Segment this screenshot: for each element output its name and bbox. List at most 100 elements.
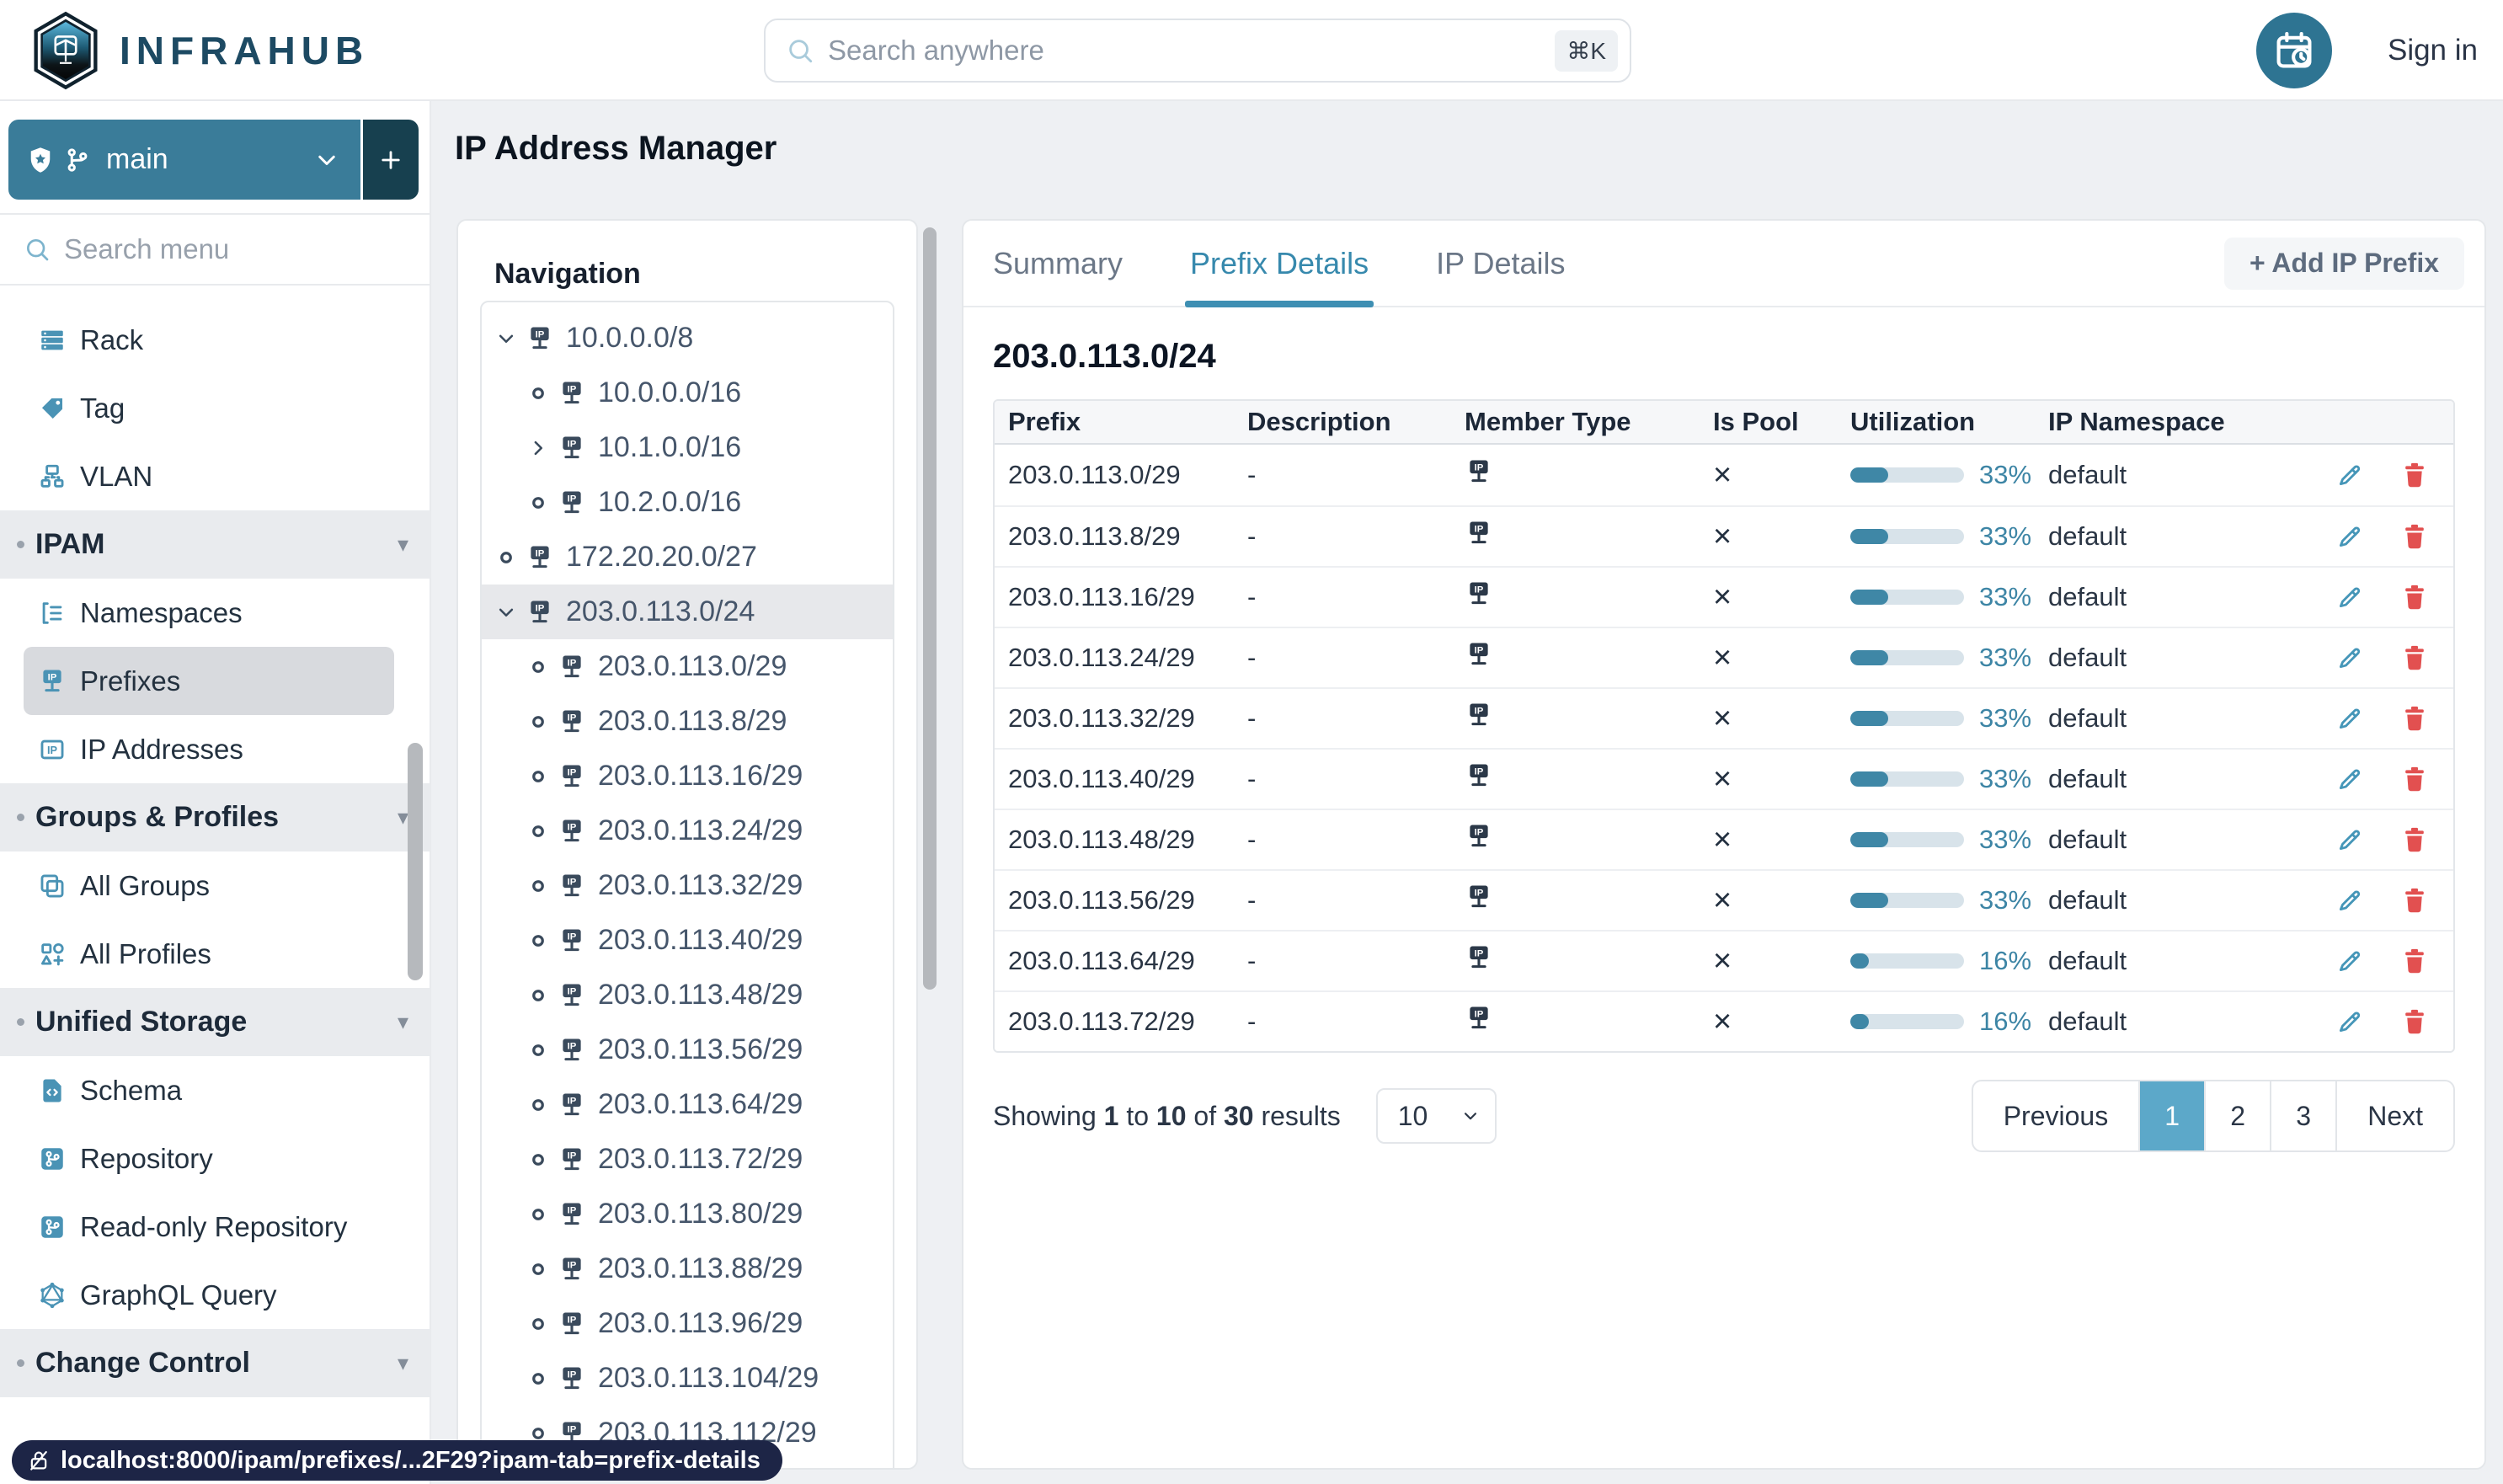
- tree-item[interactable]: IP 203.0.113.56/29: [482, 1022, 893, 1077]
- pencil-icon[interactable]: [2335, 765, 2364, 793]
- search-icon: [786, 36, 814, 65]
- cell-prefix[interactable]: 203.0.113.64/29: [995, 946, 1247, 976]
- tree-item[interactable]: IP 203.0.113.0/29: [482, 639, 893, 694]
- time-travel-button[interactable]: [2255, 13, 2332, 88]
- tree-item[interactable]: IP 203.0.113.40/29: [482, 913, 893, 968]
- tree-item[interactable]: IP 172.20.20.0/27: [482, 530, 893, 585]
- cell-member-type: IP: [1465, 457, 1710, 493]
- navigation-scrollbar[interactable]: [923, 227, 937, 990]
- sidebar-section-change-control[interactable]: Change Control ▾: [0, 1329, 430, 1397]
- tree-item[interactable]: IP 203.0.113.64/29: [482, 1077, 893, 1132]
- tree-item[interactable]: IP 203.0.113.96/29: [482, 1296, 893, 1351]
- tree-item[interactable]: IP 203.0.113.72/29: [482, 1132, 893, 1187]
- trash-icon[interactable]: [2399, 885, 2430, 915]
- page-button-previous[interactable]: Previous: [1973, 1081, 2138, 1150]
- trash-icon[interactable]: [2399, 946, 2430, 976]
- sidebar-item-schema[interactable]: Schema: [0, 1056, 430, 1124]
- tree-item[interactable]: IP 10.0.0.0/8: [482, 311, 893, 366]
- tree-item[interactable]: IP 203.0.113.88/29: [482, 1241, 893, 1296]
- page-button-next[interactable]: Next: [2335, 1081, 2453, 1150]
- pencil-icon[interactable]: [2335, 886, 2364, 915]
- cell-prefix[interactable]: 203.0.113.24/29: [995, 643, 1247, 673]
- add-ip-prefix-button[interactable]: + Add IP Prefix: [2224, 237, 2464, 290]
- sidebar-section-unified-storage[interactable]: Unified Storage ▾: [0, 988, 430, 1056]
- cell-description: -: [1247, 703, 1257, 733]
- tree-item[interactable]: IP 203.0.113.32/29: [482, 858, 893, 913]
- tree-item[interactable]: IP 10.0.0.0/16: [482, 366, 893, 420]
- app-logo[interactable]: INFRAHUB: [29, 10, 369, 91]
- trash-icon[interactable]: [2399, 825, 2430, 855]
- per-page-select[interactable]: 10: [1375, 1088, 1497, 1144]
- tree-item[interactable]: IP 203.0.113.48/29: [482, 968, 893, 1022]
- cell-is-pool: ×: [1710, 943, 1850, 980]
- branch-dropdown[interactable]: main: [8, 120, 360, 200]
- trash-icon[interactable]: [2399, 764, 2430, 794]
- pencil-icon[interactable]: [2335, 947, 2364, 975]
- trash-icon[interactable]: [2399, 460, 2430, 490]
- git-branch-icon: [62, 145, 93, 175]
- sidebar-item-ip-addresses[interactable]: IP IP Addresses: [0, 715, 430, 783]
- cell-member-type: IP: [1465, 822, 1710, 857]
- cell-prefix[interactable]: 203.0.113.40/29: [995, 764, 1247, 794]
- tab-ip-details[interactable]: IP Details: [1436, 221, 1565, 306]
- cell-actions: [2301, 825, 2453, 855]
- pencil-icon[interactable]: [2335, 704, 2364, 733]
- trash-icon[interactable]: [2399, 582, 2430, 612]
- cell-prefix[interactable]: 203.0.113.72/29: [995, 1006, 1247, 1037]
- cell-prefix[interactable]: 203.0.113.56/29: [995, 885, 1247, 915]
- sidebar-item-rack[interactable]: Rack: [0, 306, 430, 374]
- cell-actions: [2301, 643, 2453, 673]
- pencil-icon[interactable]: [2335, 1007, 2364, 1036]
- tree-item[interactable]: IP 10.1.0.0/16: [482, 420, 893, 475]
- page-button-2[interactable]: 2: [2204, 1081, 2270, 1150]
- x-mark-icon: ×: [1713, 761, 1732, 797]
- page-button-3[interactable]: 3: [2270, 1081, 2335, 1150]
- sidebar-item-read-only-repository[interactable]: Read-only Repository: [0, 1193, 430, 1261]
- tree-item[interactable]: IP 203.0.113.0/24: [482, 585, 893, 639]
- cell-prefix[interactable]: 203.0.113.32/29: [995, 703, 1247, 734]
- sidebar-item-tag[interactable]: Tag: [0, 374, 430, 442]
- tree-item[interactable]: IP 203.0.113.104/29: [482, 1351, 893, 1406]
- cell-prefix[interactable]: 203.0.113.48/29: [995, 825, 1247, 855]
- chevron-down-icon: [312, 145, 342, 175]
- sidebar-item-graphql-query[interactable]: GraphQL Query: [0, 1261, 430, 1329]
- pencil-icon[interactable]: [2335, 461, 2364, 489]
- sidebar-item-all-groups[interactable]: All Groups: [0, 851, 430, 920]
- trash-icon[interactable]: [2399, 643, 2430, 673]
- sidebar-section-groups-profiles[interactable]: Groups & Profiles ▾: [0, 783, 430, 851]
- sidebar-item-namespaces[interactable]: Namespaces: [0, 579, 430, 647]
- add-branch-button[interactable]: [363, 120, 419, 200]
- cell-prefix[interactable]: 203.0.113.0/29: [995, 460, 1247, 490]
- tree-item[interactable]: IP 10.2.0.0/16: [482, 475, 893, 530]
- trash-icon[interactable]: [2399, 703, 2430, 734]
- tree-item-label: 203.0.113.16/29: [598, 760, 803, 792]
- sidebar-item-vlan[interactable]: VLAN: [0, 442, 430, 510]
- pencil-icon[interactable]: [2335, 583, 2364, 611]
- sidebar-item-all-profiles[interactable]: All Profiles: [0, 920, 430, 988]
- sidebar-item-repository[interactable]: Repository: [0, 1124, 430, 1193]
- pencil-icon[interactable]: [2335, 825, 2364, 854]
- tree-item[interactable]: IP 203.0.113.16/29: [482, 749, 893, 803]
- sidebar-section-ipam[interactable]: IPAM ▾: [0, 510, 430, 579]
- tree-item[interactable]: IP 203.0.113.24/29: [482, 803, 893, 858]
- svg-text:IP: IP: [48, 672, 57, 682]
- sidebar-scrollbar[interactable]: [408, 743, 423, 980]
- tree-item[interactable]: IP 203.0.113.8/29: [482, 694, 893, 749]
- tree-item[interactable]: IP 203.0.113.80/29: [482, 1187, 893, 1241]
- sign-in-link[interactable]: Sign in: [2388, 34, 2478, 67]
- ip-prefix-icon: IP: [558, 1310, 586, 1338]
- pencil-icon[interactable]: [2335, 522, 2364, 551]
- tree-item-label: 10.0.0.0/8: [566, 322, 694, 354]
- pencil-icon[interactable]: [2335, 643, 2364, 672]
- sidebar-item-prefixes[interactable]: IP Prefixes: [24, 647, 394, 715]
- tab-prefix-details[interactable]: Prefix Details: [1185, 221, 1374, 307]
- tab-summary[interactable]: Summary: [993, 221, 1123, 306]
- trash-icon[interactable]: [2399, 521, 2430, 552]
- trash-icon[interactable]: [2399, 1006, 2430, 1037]
- page-button-1[interactable]: 1: [2138, 1081, 2205, 1150]
- chevron-down-icon: [494, 326, 519, 351]
- menu-search-input[interactable]: Search menu: [0, 213, 430, 286]
- global-search-input[interactable]: Search anywhere ⌘K: [764, 19, 1631, 83]
- cell-prefix[interactable]: 203.0.113.8/29: [995, 521, 1247, 552]
- cell-prefix[interactable]: 203.0.113.16/29: [995, 582, 1247, 612]
